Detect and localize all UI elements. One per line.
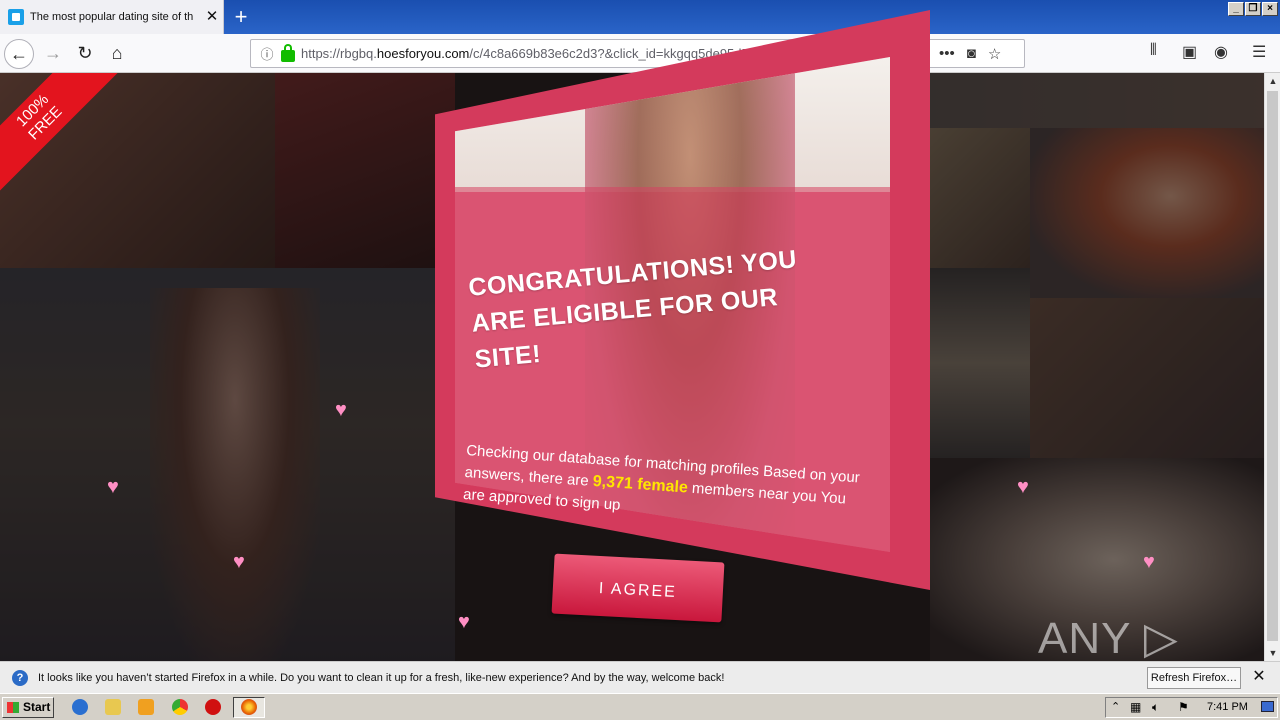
heart-icon: ♥ <box>335 399 347 421</box>
firefox-notification-bar: ? It looks like you haven’t started Fire… <box>0 661 1280 693</box>
page-actions-icon[interactable]: ••• <box>939 45 955 63</box>
heart-icon: ♥ <box>107 476 119 498</box>
heart-icon: ♥ <box>1017 476 1029 498</box>
home-button[interactable]: ⌂ <box>102 39 132 69</box>
secure-lock-icon <box>281 43 295 62</box>
scroll-thumb[interactable] <box>1267 91 1278 641</box>
notification-message: It looks like you haven’t started Firefo… <box>38 671 725 684</box>
page-scrollbar[interactable]: ▲ ▼ <box>1264 73 1280 661</box>
refresh-firefox-button[interactable]: Refresh Firefox… <box>1147 667 1241 689</box>
firefox-taskbar-button[interactable] <box>233 697 265 718</box>
library-icon[interactable]: ⫴ <box>1150 42 1157 60</box>
tab-title: The most popular dating site of th <box>30 11 194 23</box>
scroll-up-icon[interactable]: ▲ <box>1265 73 1280 89</box>
heart-icon: ♥ <box>458 611 470 633</box>
navigation-toolbar: ← → ↻ ⌂ ⓘ https://rbgbq.hoesforyou.com/c… <box>0 34 1280 73</box>
forward-button[interactable]: → <box>38 39 68 69</box>
firefox-icon <box>241 699 257 715</box>
start-button[interactable]: Start <box>2 697 54 718</box>
chrome-icon[interactable] <box>172 699 188 715</box>
back-button[interactable]: ← <box>4 39 34 69</box>
restore-button[interactable]: ❐ <box>1245 2 1261 16</box>
pocket-icon[interactable]: ◙ <box>967 45 976 63</box>
system-tray: ⌃ ▦ 🔈︎ ⚑ <box>1105 697 1278 718</box>
notification-close-icon[interactable]: ✕ <box>1250 668 1268 686</box>
media-player-icon[interactable] <box>138 699 154 715</box>
minimize-button[interactable]: _ <box>1228 2 1244 16</box>
site-info-icon[interactable]: ⓘ <box>255 44 279 63</box>
site-favicon-icon <box>8 9 24 25</box>
windows-taskbar: Start ⌃ ▦ 🔈︎ ⚑ 7:41 PM <box>0 693 1280 720</box>
window-close-button[interactable]: × <box>1262 2 1278 16</box>
explorer-folder-icon[interactable] <box>105 699 121 715</box>
ie-icon[interactable] <box>72 699 88 715</box>
menu-icon[interactable]: ☰ <box>1252 42 1266 62</box>
bookmark-star-icon[interactable]: ☆ <box>988 45 1001 63</box>
new-tab-button[interactable]: + <box>228 4 254 30</box>
volume-icon[interactable]: 🔈︎ <box>1152 700 1159 715</box>
action-center-flag-icon[interactable]: ⚑ <box>1178 700 1189 714</box>
network-icon[interactable]: ▦ <box>1130 700 1141 714</box>
agree-button[interactable]: I AGREE <box>551 553 725 623</box>
opera-icon[interactable] <box>205 699 221 715</box>
show-desktop-icon[interactable] <box>1261 701 1274 712</box>
account-icon[interactable]: ◉ <box>1214 42 1228 62</box>
reload-button[interactable]: ↻ <box>70 39 100 69</box>
tray-expand-icon[interactable]: ⌃ <box>1111 700 1120 713</box>
scroll-down-icon[interactable]: ▼ <box>1265 645 1280 661</box>
tab-close-icon[interactable]: ✕ <box>202 9 222 25</box>
heart-icon: ♥ <box>233 551 245 573</box>
female-count-highlight: 9,371 female <box>592 472 689 497</box>
sidebar-icon[interactable]: ▣ <box>1182 42 1197 62</box>
browser-tab[interactable]: The most popular dating site of th ✕ <box>0 0 224 34</box>
taskbar-clock: 7:41 PM <box>1207 701 1248 713</box>
window-titlebar: The most popular dating site of th ✕ + _… <box>0 0 1280 34</box>
heart-icon: ♥ <box>1143 551 1155 573</box>
help-icon: ? <box>12 669 28 686</box>
window-controls: _ ❐ × <box>1228 2 1278 16</box>
